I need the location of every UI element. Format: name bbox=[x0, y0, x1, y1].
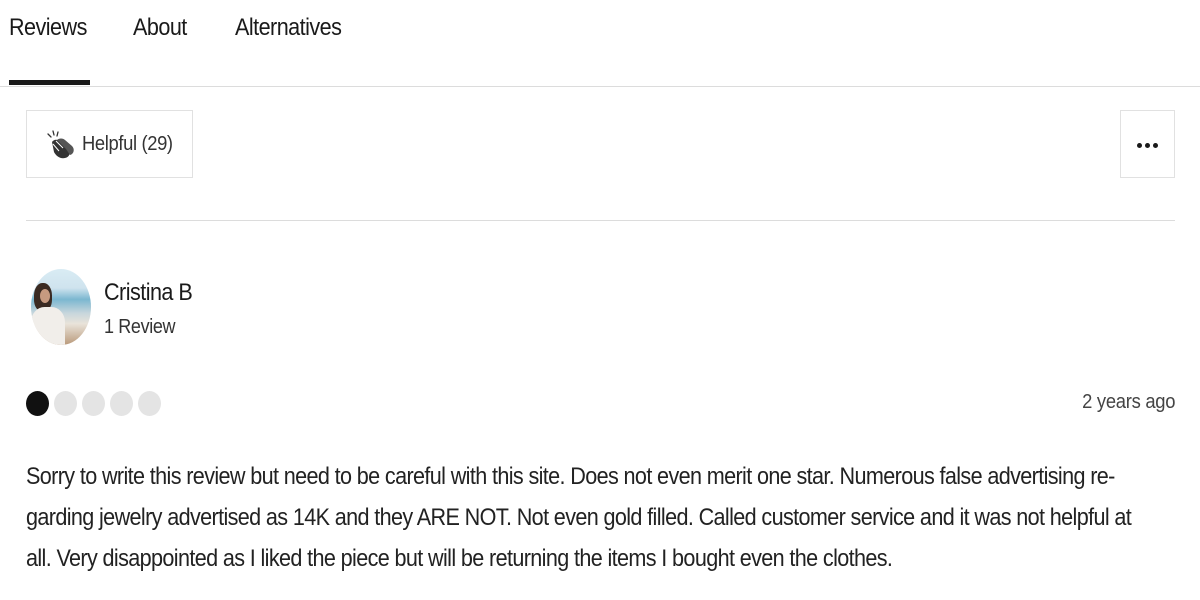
review-text-line: all. Very disappointed as I liked the pi… bbox=[26, 545, 893, 572]
rating-dot-empty bbox=[82, 391, 105, 416]
review-date: 2 years ago bbox=[1081, 391, 1175, 413]
more-options-button[interactable] bbox=[1120, 110, 1175, 178]
reviewer-name[interactable]: Cristina B bbox=[104, 279, 193, 307]
review-text-line: garding jewelry advertised as 14K and th… bbox=[26, 504, 1132, 531]
review-text: Sorry to write this review but need to b… bbox=[26, 456, 1162, 579]
tab-bar: Reviews About Alternatives bbox=[0, 0, 1200, 87]
avatar[interactable] bbox=[31, 269, 91, 345]
star-rating bbox=[26, 391, 166, 416]
divider bbox=[26, 220, 1175, 221]
rating-dot-empty bbox=[110, 391, 133, 416]
active-tab-indicator bbox=[9, 80, 90, 85]
tab-about[interactable]: About bbox=[133, 14, 187, 42]
rating-dot-filled bbox=[26, 391, 49, 416]
helpful-button[interactable]: Helpful (29) bbox=[26, 110, 193, 178]
helpful-count-label: Helpful (29) bbox=[82, 133, 173, 155]
review-text-line: Sorry to write this review but need to b… bbox=[26, 463, 1115, 490]
tab-alternatives[interactable]: Alternatives bbox=[235, 14, 342, 42]
more-options-icon bbox=[1137, 143, 1159, 148]
rating-dot-empty bbox=[138, 391, 161, 416]
reviewer-review-count: 1 Review bbox=[104, 316, 176, 338]
rating-dot-empty bbox=[54, 391, 77, 416]
tab-reviews[interactable]: Reviews bbox=[9, 14, 87, 42]
clapping-hands-icon bbox=[47, 130, 74, 159]
